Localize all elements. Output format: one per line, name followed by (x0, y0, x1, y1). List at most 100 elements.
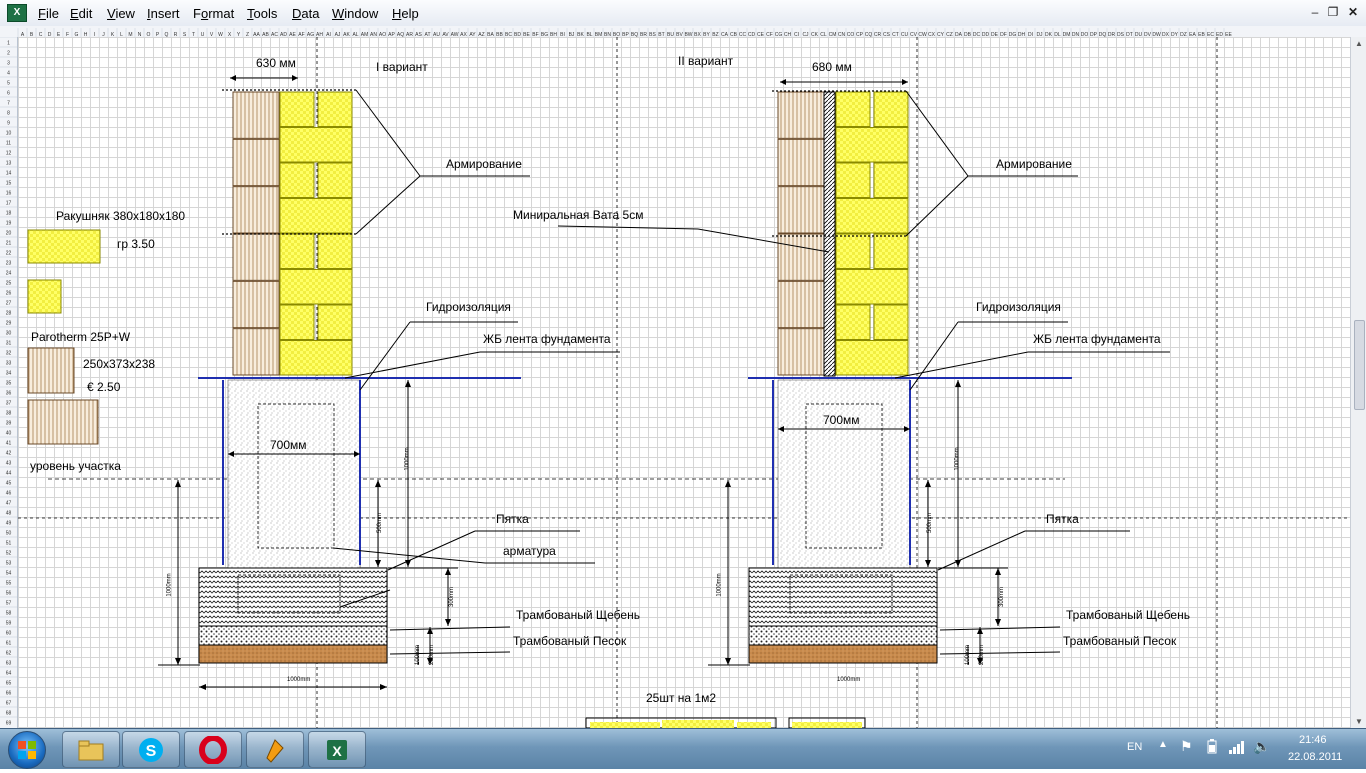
language-indicator[interactable]: EN (1127, 741, 1142, 753)
parotherm-block (777, 91, 825, 139)
v2-foundation-label: ЖБ лента фундамента (1033, 332, 1161, 346)
clock-date[interactable]: 22.08.2011 (1288, 751, 1342, 763)
parotherm-block (777, 138, 825, 187)
v2-dim-200: 200mm (979, 644, 986, 666)
v1-bottom-width-label: 1000mm (287, 677, 311, 683)
taskbar: S X EN ▲ ⚑ 🔈 21:46 22.08.2011 (0, 728, 1366, 769)
legend-rakushnyak-label: Ракушняк 380x180x180 (56, 209, 186, 223)
rakushnyak-block (317, 162, 353, 198)
rakushnyak-block (873, 91, 909, 127)
rakushnyak-block (279, 233, 315, 269)
v1-inner-width-label: 700мм (270, 438, 307, 452)
rakushnyak-block (279, 340, 353, 376)
rakushnyak-block (279, 269, 353, 305)
battery-icon[interactable] (1205, 739, 1219, 758)
parotherm-block (777, 233, 825, 281)
v1-dim-200: 200mm (429, 644, 436, 666)
scroll-up-icon[interactable]: ▲ (1351, 39, 1366, 48)
v2-sand-label: Трамбованый Песок (1063, 634, 1177, 648)
v2-dim-300: 300mm (999, 586, 1006, 608)
bottom-note: 25шт на 1м2 (646, 691, 717, 705)
rakushnyak-block (835, 340, 909, 376)
rakushnyak-block (835, 233, 871, 269)
v2-heel-label: Пятка (1046, 512, 1079, 526)
v1-dim-300: 300mm (449, 586, 456, 608)
v2-dim-500: 500mm (927, 512, 934, 534)
rakushnyak-block (835, 269, 909, 305)
variant2-section (557, 79, 1170, 666)
scroll-down-icon[interactable]: ▼ (1351, 717, 1366, 726)
parotherm-block (232, 233, 280, 281)
flag-icon[interactable]: ⚑ (1180, 738, 1193, 755)
skype-icon[interactable]: S (122, 731, 180, 768)
v2-reinforcement-label: Армирование (996, 157, 1072, 171)
rakushnyak-block (835, 127, 909, 163)
rakushnyak-block (317, 91, 353, 127)
legend-parotherm-size: 250x373x238 (83, 357, 156, 371)
v1-width-label: 630 мм (256, 56, 296, 70)
v2-inner-width-label: 700мм (823, 413, 860, 427)
v1-title: I вариант (376, 60, 428, 74)
vertical-scrollbar[interactable]: ▲ ▼ (1350, 37, 1366, 728)
v1-reinforcement-label: Армирование (446, 157, 522, 171)
file-explorer-icon[interactable] (62, 731, 120, 768)
parotherm-block (777, 186, 825, 234)
parotherm-block (232, 328, 280, 376)
rakushnyak-block (873, 304, 909, 340)
parotherm-block (232, 138, 280, 187)
rakushnyak-block (279, 162, 315, 198)
legend-parotherm-label: Parotherm 25P+W (31, 330, 131, 344)
rakushnyak-block (279, 304, 315, 340)
rakushnyak-block (317, 233, 353, 269)
rakushnyak-block (873, 162, 909, 198)
rakushnyak-block (835, 304, 871, 340)
svg-text:S: S (146, 743, 157, 760)
rakushnyak-block (279, 127, 353, 163)
legend-rakushnyak-price: гр 3.50 (117, 237, 155, 251)
v1-dim-1000b: 1000mm (404, 447, 411, 471)
v1-gravel-label: Трамбованый Щебень (516, 608, 640, 622)
rakushnyak-block (835, 198, 909, 234)
v1-waterproofing-label: Гидроизоляция (426, 300, 511, 314)
parotherm-block (232, 91, 280, 139)
legend-rakushnyak-large-swatch (27, 229, 101, 264)
winamp-icon[interactable] (246, 731, 304, 768)
parotherm-block (232, 186, 280, 234)
v2-width-label: 680 мм (812, 60, 852, 74)
rakushnyak-block (317, 304, 353, 340)
windows-start-icon[interactable] (8, 731, 46, 769)
v1-sand-label: Трамбованый Песок (513, 634, 627, 648)
volume-icon[interactable]: 🔈 (1253, 738, 1270, 755)
v2-insulation-label: Миниральная Вата 5см (513, 208, 644, 222)
v1-foundation-label: ЖБ лента фундамента (483, 332, 611, 346)
svg-text:X: X (332, 743, 342, 759)
rakushnyak-block (279, 91, 315, 127)
opera-icon[interactable] (184, 731, 242, 768)
parotherm-block (232, 280, 280, 329)
rakushnyak-block (835, 91, 871, 127)
rakushnyak-block (279, 198, 353, 234)
excel-icon[interactable]: X (308, 731, 366, 768)
parotherm-block (777, 328, 825, 376)
network-signal-icon[interactable] (1228, 739, 1246, 758)
v2-waterproofing-label: Гидроизоляция (976, 300, 1061, 314)
scroll-thumb[interactable] (1354, 320, 1365, 410)
v2-bottom-width-label: 1000mm (837, 677, 861, 683)
show-hidden-icons-arrow[interactable]: ▲ (1158, 739, 1168, 750)
v2-gravel-label: Трамбованый Щебень (1066, 608, 1190, 622)
variant1-section (158, 75, 620, 690)
v1-dim-500: 500mm (377, 512, 384, 534)
legend-rakushnyak-small-swatch (27, 279, 62, 314)
ground-level-label: уровень участка (30, 459, 121, 473)
v2-dim-1000a: 1000mm (716, 573, 723, 597)
legend-parotherm-long-swatch (27, 399, 99, 445)
clock-time[interactable]: 21:46 (1299, 734, 1327, 746)
v1-dim-100: 100mm (415, 644, 422, 666)
v1-heel-label: Пятка (496, 512, 529, 526)
legend-parotherm-price: € 2.50 (87, 380, 121, 394)
v1-dim-1000a: 1000mm (166, 573, 173, 597)
legend-parotherm-swatch (27, 347, 75, 394)
rakushnyak-block (835, 162, 871, 198)
v2-dim-100: 100mm (965, 644, 972, 666)
rakushnyak-block (873, 233, 909, 269)
